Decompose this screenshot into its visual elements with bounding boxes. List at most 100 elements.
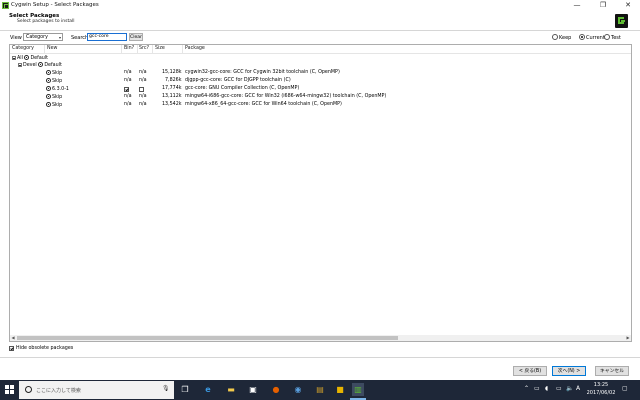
maximize-button[interactable]: ❐: [592, 0, 614, 11]
tree-devel-default: Default: [44, 63, 62, 68]
row-src-cell: n/a: [139, 78, 147, 83]
search-input[interactable]: gcc-core: [87, 33, 127, 41]
notification-icon[interactable]: ▢: [622, 385, 628, 392]
row-bin-cell: n/a: [124, 102, 132, 107]
clock-time[interactable]: 13:25: [586, 382, 616, 388]
column-header-bin[interactable]: Bin?: [124, 46, 134, 51]
hide-obsolete-label[interactable]: Hide obsolete packages: [16, 346, 73, 351]
column-divider[interactable]: [44, 45, 45, 53]
row-bin-cell: n/a: [124, 70, 132, 75]
cycle-icon[interactable]: [46, 102, 51, 107]
window-title: Cygwin Setup - Select Packages: [11, 2, 99, 8]
column-header-package[interactable]: Package: [185, 46, 205, 51]
scrollbar-thumb[interactable]: [17, 336, 398, 340]
tree-devel-label: Devel: [23, 63, 37, 68]
cycle-icon[interactable]: [46, 70, 51, 75]
row-new-cell[interactable]: Skip: [46, 94, 62, 100]
test-radio-label[interactable]: Test: [611, 35, 621, 41]
row-new-value: 6.3.0-1: [52, 87, 69, 92]
test-radio[interactable]: [604, 34, 610, 40]
cancel-button[interactable]: キャンセル: [595, 366, 629, 376]
tree-collapse-icon[interactable]: [18, 62, 22, 67]
firefox-icon[interactable]: ●: [270, 383, 282, 396]
tree-all-default: Default: [30, 56, 49, 61]
windows-start-icon[interactable]: [5, 385, 14, 394]
terminal-icon[interactable]: ◉: [292, 383, 304, 396]
row-size-cell: 15,128k: [162, 70, 182, 75]
store-icon[interactable]: ▣: [247, 383, 259, 396]
row-size-cell: 13,542k: [162, 102, 182, 107]
row-new-value: Skip: [52, 95, 63, 100]
tree-node-all[interactable]: All Default: [12, 55, 48, 61]
column-header-size[interactable]: Size: [155, 46, 165, 51]
tree-node-devel[interactable]: Devel Default: [18, 62, 62, 68]
edge-icon[interactable]: e: [202, 383, 214, 396]
cycle-icon[interactable]: [46, 94, 51, 99]
column-divider[interactable]: [121, 45, 122, 53]
file-explorer-icon[interactable]: ▬: [225, 383, 237, 396]
current-radio[interactable]: [579, 34, 585, 40]
column-divider[interactable]: [152, 45, 153, 53]
column-divider[interactable]: [137, 45, 138, 53]
row-new-cell[interactable]: Skip: [46, 70, 62, 76]
next-button[interactable]: 次へ(N) >: [552, 366, 586, 376]
scroll-right-icon[interactable]: ▶: [625, 335, 631, 341]
hide-obsolete-checkbox[interactable]: [9, 346, 14, 351]
keep-radio-label[interactable]: Keep: [559, 35, 571, 41]
folder-icon[interactable]: ■: [334, 383, 346, 396]
chevron-down-icon: ▾: [58, 35, 61, 40]
cycle-icon[interactable]: [46, 86, 51, 91]
cycle-icon[interactable]: [24, 55, 30, 60]
task-view-icon[interactable]: ❐: [179, 383, 191, 396]
row-new-cell[interactable]: Skip: [46, 102, 62, 108]
volume-icon[interactable]: ◖: [545, 385, 548, 392]
row-new-value: Skip: [52, 103, 63, 108]
tray-chevron-icon[interactable]: ⌃: [524, 385, 529, 392]
package-list[interactable]: [9, 44, 632, 342]
ime-indicator[interactable]: A: [576, 385, 580, 392]
cygwin-setup-icon[interactable]: ▥: [352, 383, 364, 396]
cygwin-app-icon: [2, 2, 9, 9]
tree-all-label: All: [17, 56, 23, 61]
view-select-value: Category: [26, 35, 48, 40]
row-new-cell[interactable]: 6.3.0-1: [46, 86, 69, 92]
row-new-value: Skip: [52, 71, 63, 76]
close-button[interactable]: ✕: [617, 0, 639, 11]
row-package-cell: cygwin32-gcc-core: GCC for Cygwin 32bit …: [185, 70, 340, 75]
clock-date[interactable]: 2017/06/02: [586, 390, 616, 396]
src-checkbox[interactable]: [139, 87, 144, 92]
row-bin-cell: n/a: [124, 94, 132, 99]
speaker-icon[interactable]: 🔈: [566, 385, 573, 392]
column-header-category[interactable]: Category: [12, 46, 34, 51]
current-radio-label[interactable]: Current: [586, 35, 605, 41]
column-header-src[interactable]: Src?: [139, 46, 149, 51]
back-button[interactable]: < 戻る(B): [513, 366, 547, 376]
column-divider[interactable]: [182, 45, 183, 53]
tree-collapse-icon[interactable]: [12, 55, 16, 60]
row-src-cell: n/a: [139, 94, 147, 99]
page-header: [0, 11, 640, 29]
row-package-cell: djgpp-gcc-core: GCC for DJGPP toolchain …: [185, 78, 291, 83]
page-subtitle: Select packages to install: [17, 19, 75, 24]
message-icon[interactable]: ▭: [556, 385, 562, 392]
bin-checkbox[interactable]: [124, 87, 129, 92]
cycle-icon[interactable]: [38, 62, 44, 67]
minimize-button[interactable]: —: [566, 0, 588, 11]
taskbar-search-placeholder: ここに入力して検索: [36, 388, 81, 394]
network-icon[interactable]: ▭: [534, 385, 540, 392]
view-select[interactable]: Category ▾: [23, 33, 63, 41]
clear-button[interactable]: Clear: [129, 33, 143, 41]
search-label: Search: [71, 35, 89, 41]
scroll-left-icon[interactable]: ◀: [10, 335, 16, 341]
keep-radio[interactable]: [552, 34, 558, 40]
microphone-icon[interactable]: 🎙: [162, 385, 170, 392]
column-header-row: [10, 45, 631, 54]
row-package-cell: mingw64-i686-gcc-core: GCC for Win32 (i6…: [185, 94, 387, 99]
row-package-cell: mingw64-x86_64-gcc-core: GCC for Win64 t…: [185, 102, 342, 107]
cycle-icon[interactable]: [46, 78, 51, 83]
footer-divider: [0, 357, 640, 358]
row-new-cell[interactable]: Skip: [46, 78, 62, 84]
column-header-new[interactable]: New: [47, 46, 57, 51]
view-label: View: [10, 35, 22, 41]
app-icon[interactable]: ▤: [314, 383, 326, 396]
